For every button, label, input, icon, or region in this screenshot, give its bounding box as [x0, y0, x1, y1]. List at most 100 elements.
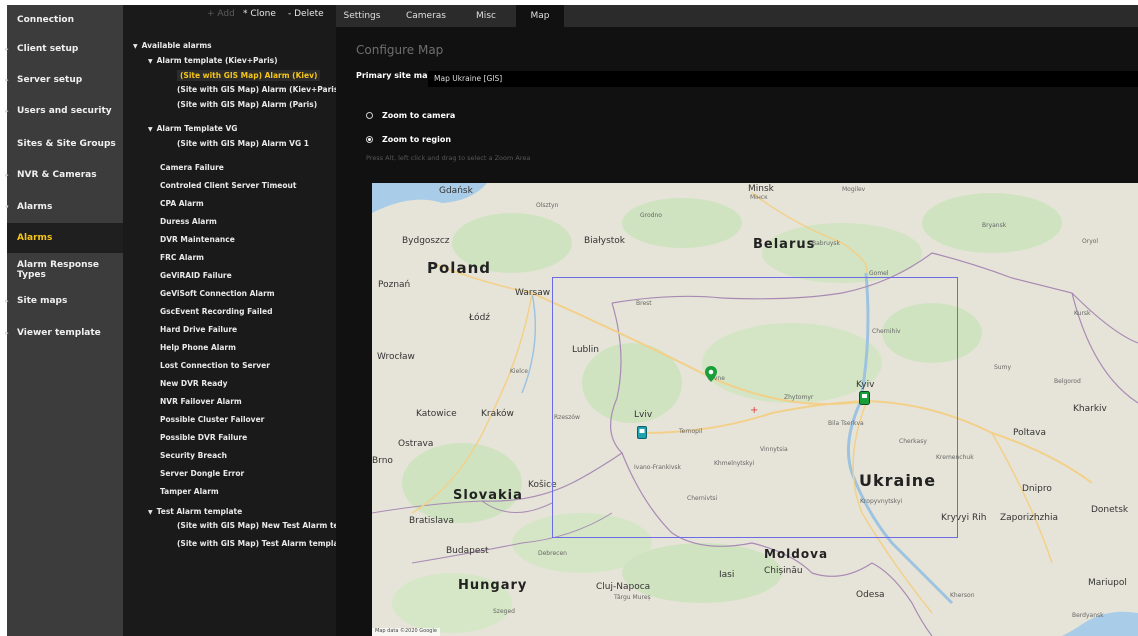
- map-attribution: Map data ©2020 Google: [372, 628, 440, 636]
- tree-item-label: CPA Alarm: [160, 199, 204, 208]
- tree-item[interactable]: NVR Failover Alarm: [160, 397, 242, 406]
- nav-item-users-and-security[interactable]: ▸ Users and security: [5, 96, 123, 126]
- tree-item-label: Hard Drive Failure: [160, 325, 238, 334]
- tree-item[interactable]: Lost Connection to Server: [160, 361, 270, 370]
- app-window: Connection ▸ Client setup ▸ Server setup ▸…: [5, 5, 1138, 636]
- primary-site-map-select[interactable]: Map Ukraine [GIS]: [428, 71, 1138, 87]
- delete-button[interactable]: - Delete: [288, 9, 324, 19]
- expand-arrow-icon: ▸: [5, 329, 9, 337]
- map-label-mogilev: Mogilev: [842, 186, 866, 193]
- zoom-to-region-option[interactable]: Zoom to region: [366, 135, 451, 144]
- zoom-to-region-radio[interactable]: [366, 136, 373, 143]
- tree-item[interactable]: (Site with GIS Map) New Test Alarm te: [177, 521, 336, 530]
- tree-item-label: GscEvent Recording Failed: [160, 307, 273, 316]
- tree-item-selected[interactable]: (Site with GIS Map) Alarm (Kiev): [177, 70, 321, 81]
- expand-arrow-icon: ▸: [5, 171, 9, 179]
- tree-item[interactable]: Help Phone Alarm: [160, 343, 236, 352]
- tree-item[interactable]: Security Breach: [160, 451, 227, 460]
- tree-item-label: Lost Connection to Server: [160, 361, 270, 370]
- map-label-szeged: Szeged: [493, 608, 515, 615]
- map-label-berdyansk: Berdyansk: [1072, 612, 1104, 619]
- gis-map[interactable]: Poland Belarus Ukraine Slovakia Hungary …: [372, 183, 1138, 636]
- map-label-budapest: Budapest: [446, 546, 489, 556]
- tab-misc[interactable]: Misc: [469, 5, 503, 27]
- nav-item-sites-and-site-groups[interactable]: Sites & Site Groups: [7, 129, 123, 159]
- map-label-moldova: Moldova: [764, 547, 829, 561]
- zoom-to-camera-option[interactable]: Zoom to camera: [366, 111, 455, 120]
- nav-label: Alarms: [17, 233, 53, 243]
- tree-item[interactable]: New DVR Ready: [160, 379, 228, 388]
- tree-expand-icon[interactable]: ▼: [148, 509, 153, 516]
- tree-item[interactable]: Server Dongle Error: [160, 469, 244, 478]
- tree-item[interactable]: GeViSoft Connection Alarm: [160, 289, 275, 298]
- map-label-krakow: Kraków: [481, 409, 514, 419]
- alarm-tree-panel: + Add * Clone - Delete ▼ Available alarms…: [123, 5, 336, 636]
- map-label-gdansk: Gdańsk: [439, 186, 473, 196]
- tree-item-label: New DVR Ready: [160, 379, 228, 388]
- tree-item[interactable]: DVR Maintenance: [160, 235, 235, 244]
- tree-item[interactable]: Possible DVR Failure: [160, 433, 247, 442]
- tree-item-label: (Site with GIS Map) Alarm (Kiev): [180, 71, 318, 80]
- tree-item[interactable]: Duress Alarm: [160, 217, 217, 226]
- primary-site-map-label: Primary site map: [356, 71, 434, 80]
- tree-item-label: (Site with GIS Map) New Test Alarm te: [177, 521, 336, 530]
- tree-item[interactable]: ▼ Alarm template (Kiev+Paris): [148, 56, 278, 65]
- tree-item[interactable]: Camera Failure: [160, 163, 224, 172]
- nav-item-client-setup[interactable]: ▸ Client setup: [5, 34, 123, 64]
- nav-label: Alarms: [17, 202, 53, 212]
- nav-item-alarm-response-types[interactable]: Alarm Response Types: [7, 255, 123, 285]
- tab-map[interactable]: Map: [516, 5, 564, 27]
- tree-item-label: Server Dongle Error: [160, 469, 245, 478]
- map-label-kursk: Kursk: [1074, 310, 1091, 317]
- map-label-poland: Poland: [427, 259, 491, 277]
- tree-item[interactable]: (Site with GIS Map) Alarm (Paris): [177, 100, 317, 109]
- map-label-iasi: Iasi: [719, 570, 735, 580]
- tree-item[interactable]: ▼ Alarm Template VG: [148, 124, 237, 133]
- tree-item-label: DVR Maintenance: [160, 235, 235, 244]
- nav-item-alarms-group[interactable]: ▾ Alarms: [5, 192, 123, 222]
- tree-item[interactable]: Hard Drive Failure: [160, 325, 237, 334]
- expand-arrow-icon: ▸: [5, 297, 9, 305]
- nav-item-connection[interactable]: Connection: [7, 5, 123, 35]
- zoom-to-camera-radio[interactable]: [366, 112, 373, 119]
- tree-item[interactable]: Controled Client Server Timeout: [160, 181, 296, 190]
- configure-map-title: Configure Map: [356, 43, 444, 57]
- clone-button[interactable]: * Clone: [243, 9, 276, 19]
- tree-item[interactable]: ▼ Available alarms: [133, 41, 212, 50]
- tree-item[interactable]: FRC Alarm: [160, 253, 204, 262]
- map-label-minsk-local: Мінск: [750, 194, 768, 201]
- add-button[interactable]: + Add: [207, 9, 235, 19]
- tree-item[interactable]: (Site with GIS Map) Alarm VG 1: [177, 139, 309, 148]
- tree-item[interactable]: CPA Alarm: [160, 199, 204, 208]
- nav-item-site-maps[interactable]: ▸ Site maps: [5, 286, 123, 316]
- nav-label: Client setup: [17, 44, 79, 54]
- tree-item[interactable]: Possible Cluster Failover: [160, 415, 264, 424]
- tree-item[interactable]: GscEvent Recording Failed: [160, 307, 272, 316]
- zoom-area-hint: Press Alt, left click and drag to select…: [366, 154, 531, 162]
- nav-item-nvr-and-cameras[interactable]: ▸ NVR & Cameras: [5, 160, 123, 190]
- map-label-ostrava: Ostrava: [398, 439, 434, 449]
- map-label-babruysk: Babruysk: [812, 240, 841, 247]
- tree-item[interactable]: Tamper Alarm: [160, 487, 219, 496]
- expand-arrow-icon: ▸: [5, 107, 9, 115]
- tree-item[interactable]: GeViRAID Failure: [160, 271, 232, 280]
- tree-expand-icon[interactable]: ▼: [148, 58, 153, 65]
- tree-item-label: GeViRAID Failure: [160, 271, 232, 280]
- nav-item-alarms[interactable]: Alarms: [7, 223, 123, 253]
- tab-cameras[interactable]: Cameras: [402, 5, 450, 27]
- map-label-bialystok: Białystok: [584, 236, 626, 246]
- map-label-zaporizhzhia: Zaporizhzhia: [1000, 513, 1058, 523]
- tree-expand-icon[interactable]: ▼: [133, 43, 138, 50]
- zoom-to-camera-label: Zoom to camera: [382, 111, 456, 120]
- nav-item-viewer-template[interactable]: ▸ Viewer template: [5, 318, 123, 348]
- tree-expand-icon[interactable]: ▼: [148, 126, 153, 133]
- tree-item[interactable]: (Site with GIS Map) Alarm (Kiev+Paris): [177, 85, 336, 94]
- nav-label: Site maps: [17, 296, 68, 306]
- tab-settings[interactable]: Settings: [340, 5, 384, 27]
- tree-item-label: Security Breach: [160, 451, 227, 460]
- nav-item-server-setup[interactable]: ▸ Server setup: [5, 65, 123, 95]
- tree-item[interactable]: (Site with GIS Map) Test Alarm templat: [177, 539, 336, 548]
- tree-item[interactable]: ▼ Test Alarm template: [148, 507, 242, 516]
- zoom-area-selection[interactable]: [552, 277, 958, 538]
- map-label-kherson: Kherson: [950, 592, 975, 599]
